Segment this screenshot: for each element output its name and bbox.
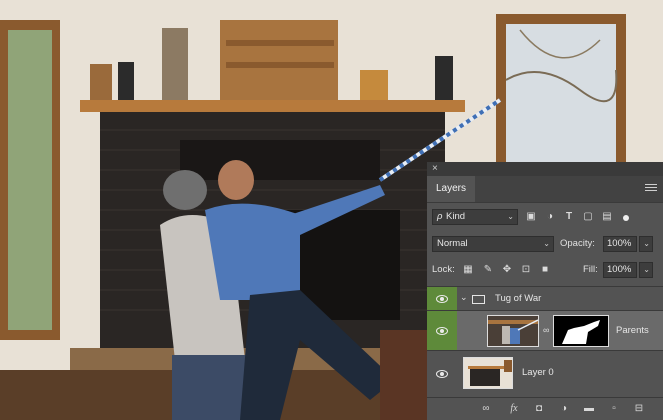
opacity-label: Opacity: [560,238,595,249]
layer-thumbnail [487,315,539,347]
adjustment-icon[interactable]: ◑ [557,402,571,416]
close-panel-button[interactable]: × [432,162,438,176]
eye-icon [436,369,448,378]
fill-input[interactable]: 100% [603,262,637,278]
chevron-down-icon: ⌄ [643,265,650,274]
fill-dropdown-button[interactable]: ⌄ [639,262,653,278]
visibility-toggle[interactable] [427,287,457,310]
lock-all-icon[interactable]: ■ [539,262,551,278]
panel-menu-icon[interactable] [645,184,657,194]
eye-icon [436,294,448,303]
visibility-toggle[interactable] [427,311,457,350]
panel-tab-bar: Layers [427,176,663,203]
lock-artboard-icon[interactable]: ⊡ [520,262,532,278]
opacity-value: 100% [607,238,632,249]
panel-footer: ∞ fx ◘ ◑ ▬ ▫ ⊟ [427,397,663,420]
layer-thumbnail [463,357,513,389]
visibility-toggle[interactable] [427,351,457,396]
lock-paint-icon[interactable]: ✎ [482,262,494,278]
lock-position-icon[interactable]: ✥ [501,262,513,278]
chevron-down-icon: ⌄ [543,239,550,248]
opacity-dropdown-button[interactable]: ⌄ [639,236,653,252]
layer-name: Parents [616,325,649,336]
layer-name: Tug of War [495,293,542,304]
layer-row-layer0[interactable]: Layer 0 [427,350,663,396]
blend-mode-value: Normal [437,238,468,249]
new-layer-icon[interactable]: ▫ [607,402,621,416]
fill-label: Fill: [583,264,598,275]
type-filter-icon[interactable]: T [563,209,575,225]
layer-mask-thumbnail[interactable] [553,315,609,347]
fill-value: 100% [607,264,632,275]
folder-icon [472,295,485,304]
layers-panel: × Layers ρ Kind ⌄ ▣ ◑ T ▢ ▤ Normal ⌄ Opa… [427,162,663,420]
panel-title-bar: × [427,162,663,176]
fx-icon[interactable]: fx [507,402,521,416]
filter-toggle-icon[interactable] [623,215,629,221]
filter-kind-label: Kind [446,211,466,222]
opacity-input[interactable]: 100% [603,236,637,252]
link-icon[interactable]: ∞ [543,325,549,335]
chevron-down-icon[interactable]: ⌄ [460,292,468,303]
adjustment-filter-icon[interactable]: ◑ [544,209,556,225]
trash-icon[interactable]: ⊟ [632,402,646,416]
lock-transparent-icon[interactable]: ▦ [462,262,474,278]
lock-label: Lock: [432,264,455,275]
layer-row-group[interactable]: ⌄ Tug of War [427,286,663,310]
search-icon: ρ [437,211,443,222]
chevron-down-icon: ⌄ [507,212,514,221]
chevron-down-icon: ⌄ [643,239,650,248]
shape-filter-icon[interactable]: ▢ [582,209,594,225]
tab-layers[interactable]: Layers [427,176,475,202]
image-filter-icon[interactable]: ▣ [525,209,537,225]
blend-mode-select[interactable]: Normal ⌄ [432,236,554,252]
new-group-folder-icon[interactable]: ▬ [582,402,596,416]
filter-kind-select[interactable]: ρ Kind ⌄ [432,209,518,225]
layer-name: Layer 0 [522,367,554,378]
layer-row-parents[interactable]: ∞ Parents [427,310,663,350]
eye-icon [436,326,448,335]
filter-row: ρ Kind ⌄ ▣ ◑ T ▢ ▤ [427,206,663,228]
smart-object-filter-icon[interactable]: ▤ [601,209,613,225]
lock-row: Lock: ▦ ✎ ✥ ⊡ ■ Fill: 100% ⌄ [427,260,663,280]
link-layers-icon[interactable]: ∞ [479,402,493,416]
add-mask-icon[interactable]: ◘ [532,402,546,416]
blend-row: Normal ⌄ Opacity: 100% ⌄ [427,234,663,254]
